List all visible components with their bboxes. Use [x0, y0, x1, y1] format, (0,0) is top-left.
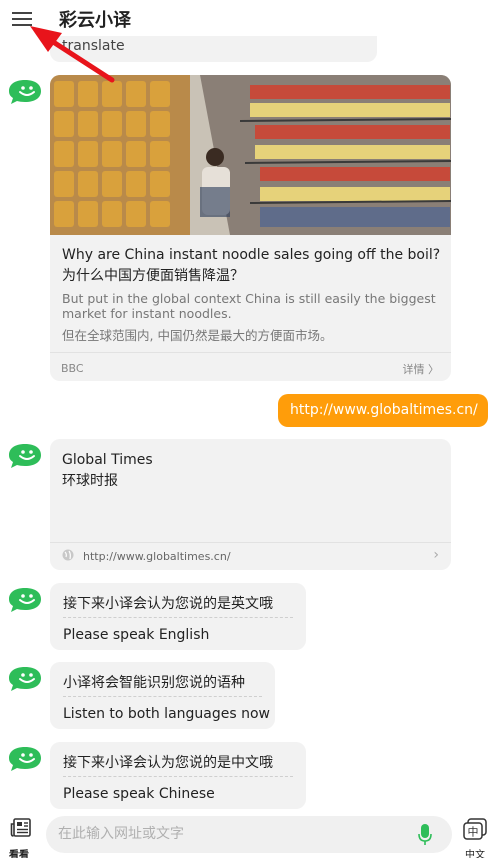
- news-source: BBC: [61, 362, 84, 375]
- menu-icon[interactable]: [10, 9, 34, 27]
- bot-avatar-icon: [9, 80, 41, 104]
- bot-message-bubble[interactable]: 小译将会智能识别您说的语种 Listen to both languages n…: [50, 662, 275, 729]
- chevron-right-icon[interactable]: ›: [433, 547, 439, 563]
- news-title-zh: 为什么中国方便面销售降温？: [62, 268, 244, 284]
- bot-avatar-icon: [9, 444, 41, 468]
- news-description-en: But put in the global context China is s…: [62, 291, 436, 321]
- bot-message-bubble[interactable]: 接下来小译会认为您说的是英文哦 Please speak English: [50, 583, 306, 650]
- bot-avatar-icon: [9, 667, 41, 691]
- website-card[interactable]: Global Times 环球时报 http://www.globaltimes…: [50, 439, 451, 570]
- site-url: http://www.globaltimes.cn/: [83, 550, 231, 563]
- news-detail-link[interactable]: 详情 〉: [403, 361, 440, 377]
- news-description-zh: 但在全球范围内, 中国仍然是最大的方便面市场。: [62, 328, 333, 343]
- language-icon-char: 中: [468, 826, 479, 839]
- divider: [63, 696, 262, 697]
- language-label: 中文: [465, 850, 485, 858]
- divider: [63, 617, 293, 618]
- app-header: 彩云小译: [0, 0, 494, 36]
- site-name-zh: 环球时报: [62, 473, 118, 489]
- bot-message-bubble[interactable]: 接下来小译会认为您说的是中文哦 Please speak Chinese: [50, 742, 306, 809]
- message-zh: 接下来小译会认为您说的是英文哦: [63, 596, 273, 612]
- kan-label: 看看: [9, 850, 29, 858]
- app-title: 彩云小译: [59, 10, 131, 31]
- globe-icon: [62, 549, 74, 561]
- previous-message-text: translate: [62, 38, 125, 54]
- bot-avatar-icon: [9, 588, 41, 612]
- news-image: [50, 75, 451, 235]
- bot-avatar-icon: [9, 747, 41, 771]
- message-input-container[interactable]: [46, 816, 452, 853]
- user-message-bubble[interactable]: http://www.globaltimes.cn/: [278, 394, 488, 427]
- message-en: Please speak Chinese: [63, 786, 215, 802]
- message-zh: 小译将会智能识别您说的语种: [63, 675, 245, 691]
- bottom-input-bar: 看看 中 中文: [0, 812, 494, 858]
- message-en: Listen to both languages now: [63, 706, 270, 722]
- message-zh: 接下来小译会认为您说的是中文哦: [63, 755, 273, 771]
- language-button[interactable]: 中 中文: [460, 816, 490, 858]
- site-name-en: Global Times: [62, 452, 153, 468]
- language-icon: 中: [463, 818, 487, 840]
- news-title-en: Why are China instant noodle sales going…: [62, 247, 441, 263]
- message-en: Please speak English: [63, 627, 210, 643]
- user-message-text: http://www.globaltimes.cn/: [290, 402, 478, 418]
- message-input[interactable]: [58, 824, 398, 844]
- news-card[interactable]: Why are China instant noodle sales going…: [50, 75, 451, 381]
- divider: [50, 352, 451, 353]
- news-icon: [10, 818, 31, 837]
- kan-button[interactable]: 看看: [6, 816, 36, 858]
- divider: [50, 542, 451, 543]
- divider: [63, 776, 293, 777]
- mic-icon[interactable]: [418, 824, 432, 846]
